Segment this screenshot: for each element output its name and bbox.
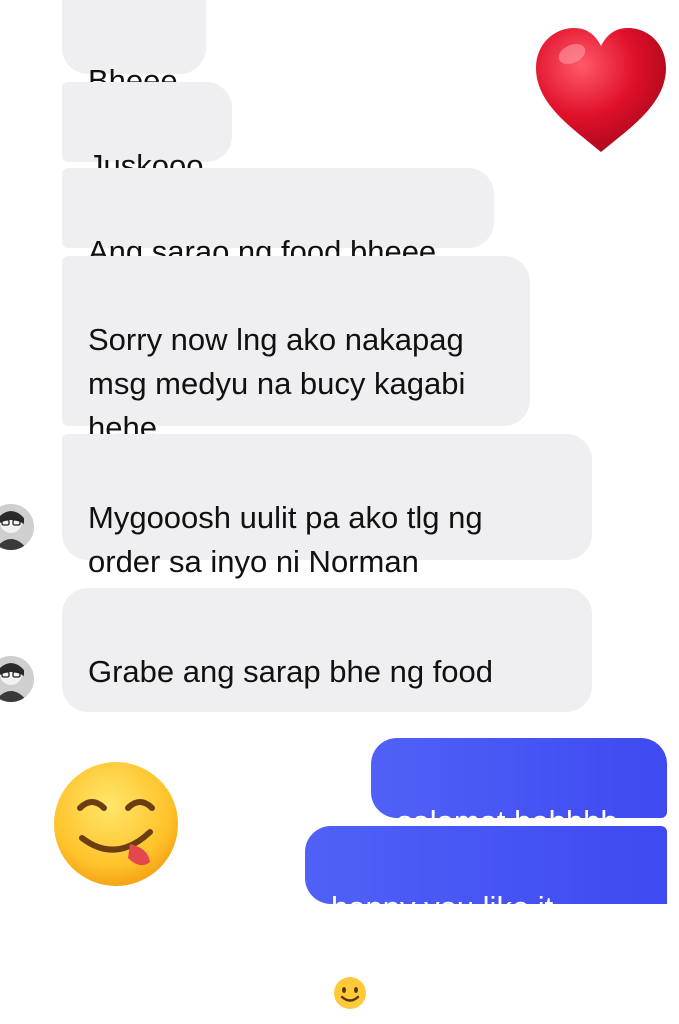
message-bubble-outgoing-2[interactable]: happy you like it	[305, 826, 667, 1009]
message-bubble-incoming-2[interactable]: Juskooo	[62, 82, 232, 183]
avatar[interactable]	[0, 656, 34, 702]
message-text: Grabe ang sarap bhe ng food	[88, 654, 494, 689]
avatar[interactable]	[0, 504, 34, 550]
red-heart-icon	[532, 24, 670, 156]
message-text: happy you like it	[331, 890, 554, 925]
message-bubble-incoming-4[interactable]: Sorry now lng ako nakapag msg medyu na b…	[62, 256, 530, 445]
slightly-smiling-face-icon	[331, 930, 369, 1024]
message-bubble-incoming-5[interactable]: Mygooosh uulit pa ako tlg ng order sa in…	[62, 434, 592, 665]
message-bubble-incoming-6[interactable]: Grabe ang sarap bhe ng food	[62, 588, 592, 825]
message-bubble-incoming-1[interactable]: Bheee	[62, 0, 206, 98]
face-savoring-food-icon	[52, 760, 180, 888]
message-text: Mygooosh uulit pa ako tlg ng order sa in…	[88, 500, 483, 579]
message-bubble-incoming-3[interactable]: Ang sarao ng food bheee	[62, 168, 494, 269]
message-bubble-outgoing-1[interactable]: salamat behhhh	[371, 738, 667, 839]
message-text: Sorry now lng ako nakapag msg medyu na b…	[88, 322, 466, 445]
